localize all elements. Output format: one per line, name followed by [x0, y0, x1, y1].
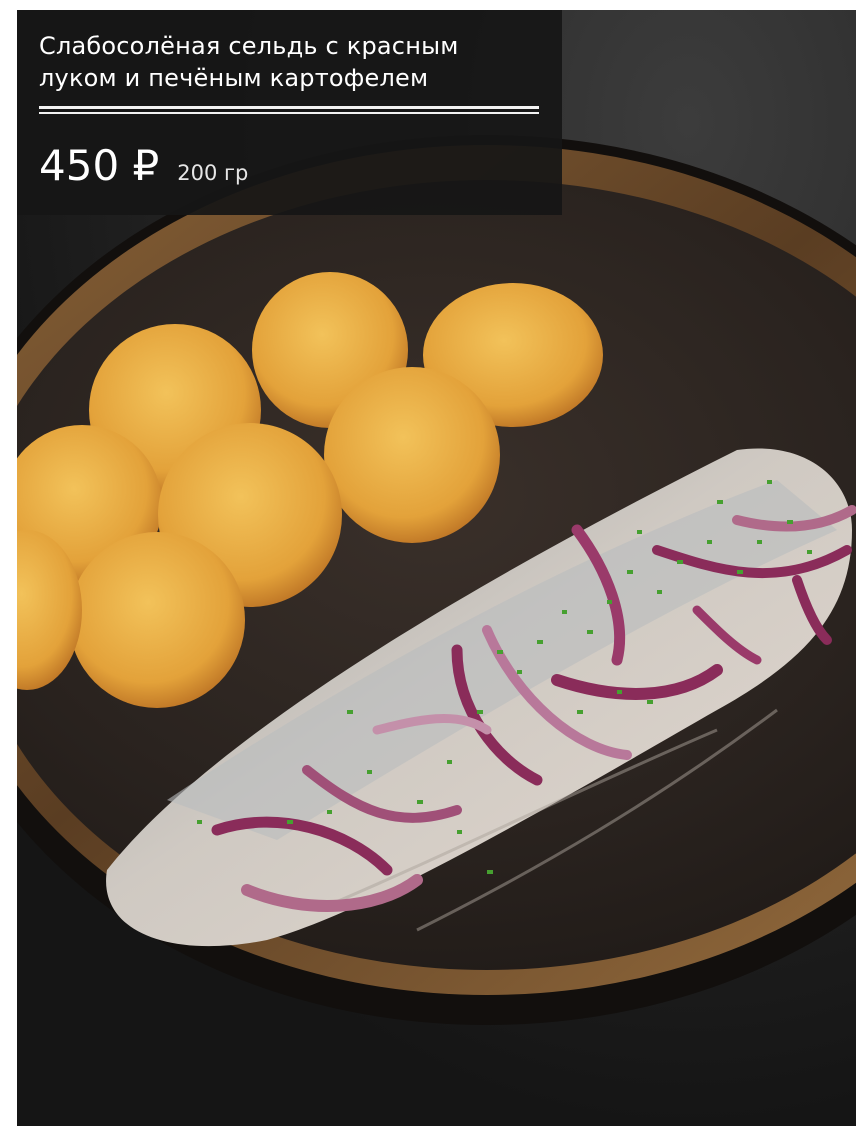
dish-card[interactable]: Слабосолёная сельдь с красным луком и пе… [17, 10, 856, 1126]
dish-title: Слабосолёная сельдь с красным луком и пе… [39, 32, 459, 92]
dish-weight: 200 гр [177, 161, 249, 185]
title-divider [39, 106, 539, 114]
dish-price: 450 ₽ [39, 141, 160, 190]
dish-info-panel: Слабосолёная сельдь с красным луком и пе… [17, 10, 562, 215]
price-row: 450 ₽ 200 гр [39, 144, 540, 188]
